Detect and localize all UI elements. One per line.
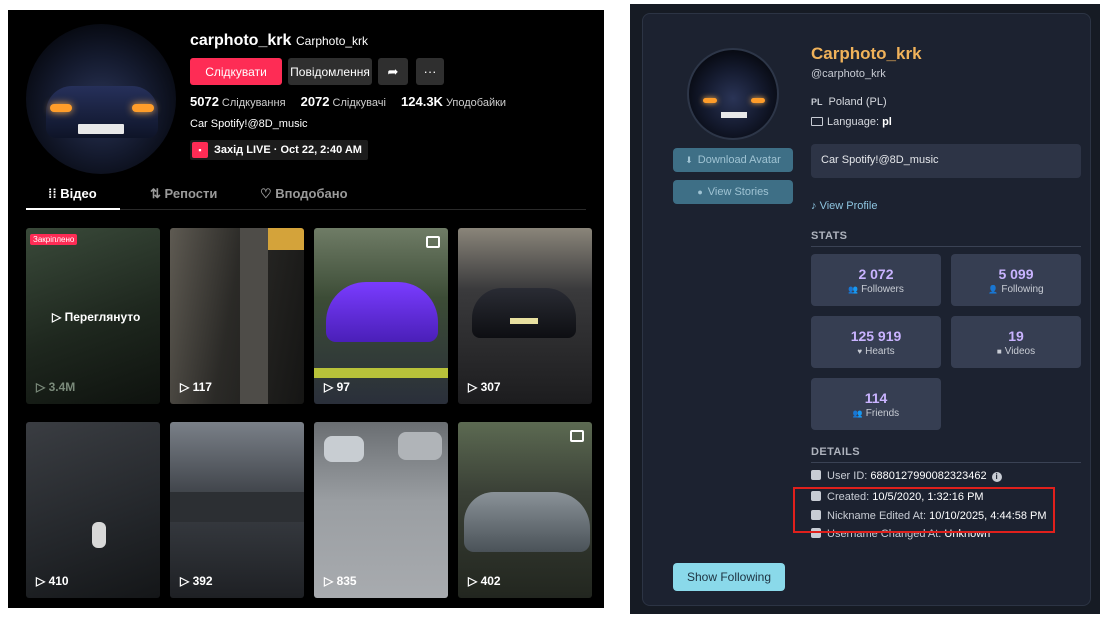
profile-bio: Car Spotify!@8D_music	[190, 118, 308, 130]
video-views: ▷ 3.4M	[36, 380, 76, 394]
stat-likes: 124.3K Уподобайки	[401, 94, 507, 109]
photo-carousel-icon	[570, 430, 584, 442]
viewer-bio: Car Spotify!@8D_music	[811, 144, 1081, 178]
viewer-language: Language: pl	[811, 116, 892, 128]
tab-liked[interactable]: ♡ Вподобано	[260, 186, 348, 202]
video-tile[interactable]: ▷ 835	[314, 422, 448, 598]
divider	[811, 246, 1081, 247]
video-tile[interactable]: ▷ 97	[314, 228, 448, 404]
language-icon	[811, 117, 823, 126]
live-calendar-icon: ▪	[192, 142, 208, 158]
grid-icon: ⁞⁞	[48, 186, 57, 201]
stat-card-hearts: 125 919 ♥ Hearts	[811, 316, 941, 368]
heart-icon: ♥	[857, 347, 863, 356]
pinned-badge: Закріплено	[30, 234, 78, 245]
repost-icon: ⇅	[150, 186, 161, 201]
viewer-display-name: Carphoto_krk	[811, 44, 922, 63]
viewer-country: PL Poland (PL)	[811, 96, 887, 108]
view-stories-button[interactable]: ● View Stories	[673, 180, 793, 204]
profile-username: carphoto_krk	[190, 32, 292, 49]
profile-card: Carphoto_krk @carphoto_krk PL Poland (PL)…	[642, 13, 1091, 606]
divider	[811, 462, 1081, 463]
video-tile[interactable]: ▷ 392	[170, 422, 304, 598]
video-tile[interactable]: Закріплено ▷ Переглянуто ▷ 3.4M	[26, 228, 160, 404]
show-following-button[interactable]: Show Following	[673, 563, 785, 591]
users-icon: 👥	[848, 285, 859, 294]
tab-videos[interactable]: ⁞⁞ Відео	[48, 186, 97, 201]
info-icon[interactable]: i	[991, 472, 1002, 482]
video-views: ▷ 97	[324, 380, 350, 394]
country-flag-icon: PL	[811, 97, 823, 107]
screenshot-root: carphoto_krk Carphoto_krk Слідкувати Пов…	[0, 0, 1103, 620]
active-tab-indicator	[26, 208, 120, 210]
viewer-handle: @carphoto_krk	[811, 68, 886, 80]
detail-user-id: User ID: 6880127990082323462 i	[811, 470, 1002, 482]
profile-viewer-panel: Carphoto_krk @carphoto_krk PL Poland (PL)…	[630, 4, 1100, 614]
user-plus-icon: 👤	[988, 285, 999, 294]
tiktok-profile-panel: carphoto_krk Carphoto_krk Слідкувати Пов…	[8, 10, 604, 608]
stat-card-videos: 19 ■ Videos	[951, 316, 1081, 368]
follow-button[interactable]: Слідкувати	[190, 58, 282, 85]
more-options-button[interactable]: ···	[416, 58, 444, 85]
details-section-title: DETAILS	[811, 446, 861, 458]
download-avatar-button[interactable]: ⬇ Download Avatar	[673, 148, 793, 172]
video-views: ▷ 402	[468, 574, 501, 588]
red-highlight-box	[793, 487, 1055, 533]
fingerprint-icon	[811, 470, 821, 480]
play-circle-icon: ●	[697, 187, 703, 197]
profile-tabs: ⁞⁞ Відео ⇅ Репости ♡ Вподобано	[26, 186, 586, 210]
view-profile-link[interactable]: ♪ View Profile	[811, 200, 877, 212]
profile-avatar[interactable]	[26, 24, 176, 174]
video-camera-icon: ■	[996, 347, 1002, 356]
photo-carousel-icon	[426, 236, 440, 248]
video-views: ▷ 835	[324, 574, 357, 588]
video-tile[interactable]: ▷ 117	[170, 228, 304, 404]
video-views: ▷ 410	[36, 574, 69, 588]
profile-nickname: Carphoto_krk	[296, 34, 369, 48]
stat-card-following: 5 099 👤 Following	[951, 254, 1081, 306]
message-button[interactable]: Повідомлення	[288, 58, 372, 85]
profile-stats: 5072 Слідкування 2072 Слідкувачі 124.3K Упо…	[190, 94, 518, 109]
user-group-icon: 👥	[852, 409, 863, 418]
video-views: ▷ 307	[468, 380, 501, 394]
video-views: ▷ 117	[180, 380, 212, 394]
video-tile[interactable]: ▷ 410	[26, 422, 160, 598]
share-button[interactable]: ➦	[378, 58, 408, 85]
download-icon: ⬇	[685, 154, 693, 165]
live-event-badge[interactable]: ▪ Захід LIVE · Oct 22, 2:40 AM	[190, 140, 368, 160]
share-arrow-icon: ➦	[387, 63, 399, 79]
watched-label: ▷ Переглянуто	[52, 310, 141, 324]
viewer-avatar	[687, 48, 779, 140]
stat-card-friends: 114 👥 Friends	[811, 378, 941, 430]
stat-following[interactable]: 5072 Слідкування	[190, 94, 286, 109]
heart-icon: ♡	[260, 186, 272, 201]
stat-card-followers: 2 072 👥 Followers	[811, 254, 941, 306]
video-tile[interactable]: ▷ 402	[458, 422, 592, 598]
stat-followers[interactable]: 2072 Слідкувачі	[301, 94, 386, 109]
stats-section-title: STATS	[811, 230, 848, 242]
tiktok-icon: ♪	[811, 200, 817, 212]
tab-reposts[interactable]: ⇅ Репости	[150, 186, 217, 202]
video-tile[interactable]: ▷ 307	[458, 228, 592, 404]
video-views: ▷ 392	[180, 574, 213, 588]
